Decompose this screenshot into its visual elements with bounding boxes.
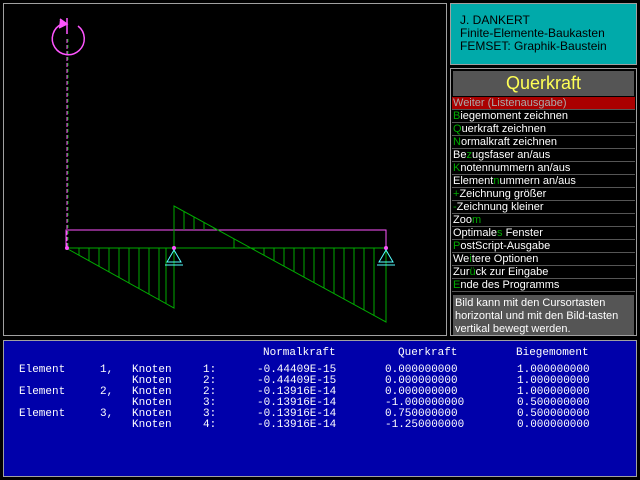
menu-item-text: ugsfaser an/aus bbox=[471, 149, 551, 161]
cell-knoten: Knoten bbox=[132, 419, 172, 431]
menu-item[interactable]: Optimales Fenster bbox=[452, 227, 635, 240]
menu-item-text: Zur bbox=[453, 266, 470, 278]
menu-item[interactable]: Zoom bbox=[452, 214, 635, 227]
menu-item[interactable]: Biegemoment zeichnen bbox=[452, 110, 635, 123]
menu-item[interactable]: Zurück zur Eingabe bbox=[452, 266, 635, 279]
menu-item-hotkey: m bbox=[471, 214, 482, 226]
header-biegemoment: Biegemoment bbox=[516, 347, 589, 359]
menu-item-text: iegemoment zeichnen bbox=[460, 110, 568, 122]
beam bbox=[65, 229, 387, 249]
menu-item-text: notennummern an/aus bbox=[460, 162, 571, 174]
menu-item-text: ck zur Eingabe bbox=[475, 266, 549, 278]
menu-item[interactable]: Normalkraft zeichnen bbox=[452, 136, 635, 149]
menu-item-text: Be bbox=[453, 149, 467, 161]
cell-element: Element bbox=[19, 386, 66, 398]
structure-drawing bbox=[51, 18, 395, 323]
cell-q: -1.250000000 bbox=[385, 419, 465, 431]
cell-enr: 1, bbox=[100, 364, 114, 376]
menu-item[interactable]: Weitere Optionen bbox=[452, 253, 635, 266]
cell-n: -0.13916E-14 bbox=[257, 419, 337, 431]
menu-item-text: ostScript-Ausgabe bbox=[460, 240, 551, 252]
menu-item-text: Zeichnung kleiner bbox=[456, 201, 544, 213]
menu-item-text: eiter (Listenausgabe) bbox=[463, 97, 567, 109]
menu-item[interactable]: Knotennummern an/aus bbox=[452, 162, 635, 175]
menu-title: Querkraft bbox=[453, 71, 634, 96]
header-querkraft: Querkraft bbox=[398, 347, 458, 359]
cell-enr: 3, bbox=[100, 408, 114, 420]
menu-item-text: Zeichnung größer bbox=[459, 188, 547, 200]
menu-item[interactable]: Ende des Programms bbox=[452, 279, 635, 292]
menu-item-text: tere Optionen bbox=[471, 253, 539, 265]
shear-diagram bbox=[65, 205, 387, 323]
results-panel: Normalkraft Querkraft Biegemoment Elemen… bbox=[3, 340, 637, 477]
menu-item-text: Fenster bbox=[502, 227, 543, 239]
header-normalkraft: Normalkraft bbox=[263, 347, 336, 359]
cell-enr: 2, bbox=[100, 386, 114, 398]
menu-item[interactable]: Elementnummern an/aus bbox=[452, 175, 635, 188]
menu-item-text: nde des Programms bbox=[460, 279, 560, 291]
menu-item-text: uerkraft zeichnen bbox=[461, 123, 546, 135]
menu-item-hotkey: Q bbox=[453, 123, 462, 135]
menu-item-text: We bbox=[453, 253, 470, 265]
menu-item-text: ormalkraft zeichnen bbox=[460, 136, 557, 148]
module-label: FEMSET: Graphik-Baustein bbox=[460, 39, 607, 53]
menu-item[interactable]: Querkraft zeichnen bbox=[452, 123, 635, 136]
menu-item[interactable]: Weiter (Listenausgabe) bbox=[452, 97, 635, 110]
graphic-window[interactable] bbox=[3, 3, 447, 336]
cell-k: 4: bbox=[203, 419, 217, 431]
info-box: J. DANKERT Finite-Elemente-Baukasten FEM… bbox=[450, 3, 637, 65]
menu-item[interactable]: -Zeichnung kleiner bbox=[452, 201, 635, 214]
menu-item-text: Optimale bbox=[453, 227, 498, 239]
menu-item[interactable]: PostScript-Ausgabe bbox=[452, 240, 635, 253]
rotation-arrow-icon bbox=[51, 18, 85, 56]
cell-m: 0.000000000 bbox=[517, 419, 590, 431]
menu-item-text: Zoo bbox=[453, 214, 472, 226]
menu-item-hotkey: N bbox=[453, 136, 461, 148]
menu-item[interactable]: Bezugsfaser an/aus bbox=[452, 149, 635, 162]
menu-item-text: ummern an/aus bbox=[499, 175, 576, 187]
menu-item-text: Element bbox=[453, 175, 494, 187]
cell-element: Element bbox=[19, 364, 66, 376]
menu-item-hotkey: W bbox=[453, 97, 464, 109]
hint-text: Bild kann mit den Cursortasten horizonta… bbox=[453, 295, 634, 335]
menu-panel: Querkraft Weiter (Listenausgabe) Biegemom… bbox=[450, 68, 637, 336]
menu-item[interactable]: +Zeichnung größer bbox=[452, 188, 635, 201]
cell-element: Element bbox=[19, 408, 66, 420]
